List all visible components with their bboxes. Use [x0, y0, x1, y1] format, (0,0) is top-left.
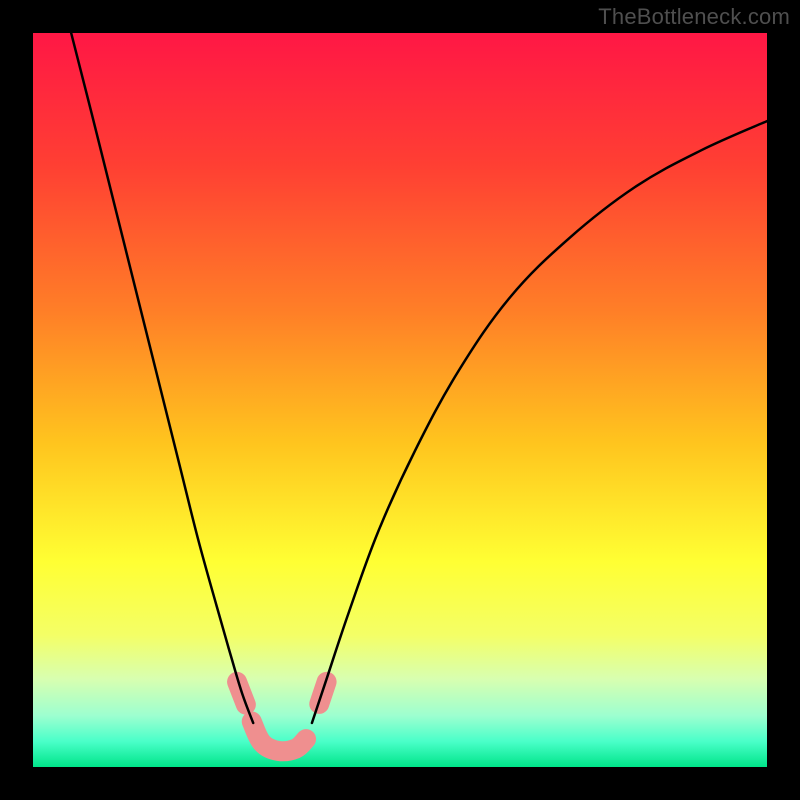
- bottleneck-chart: [0, 0, 800, 800]
- plot-background: [33, 33, 767, 767]
- chart-stage: TheBottleneck.com: [0, 0, 800, 800]
- attribution-text: TheBottleneck.com: [598, 4, 790, 30]
